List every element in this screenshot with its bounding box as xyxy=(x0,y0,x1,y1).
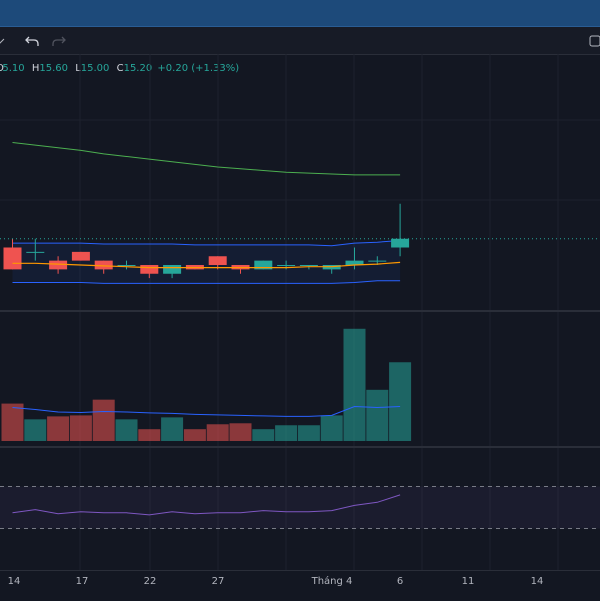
candle-body xyxy=(3,247,22,270)
rsi-pane xyxy=(0,486,600,529)
time-axis: 14 17 22 27 Tháng 4 6 11 14 xyxy=(0,570,600,601)
volume-pane xyxy=(1,328,412,441)
chart-area[interactable] xyxy=(0,54,600,570)
time-axis-tick: 17 xyxy=(75,576,89,587)
bollinger-bands xyxy=(12,240,401,284)
bollinger-fill xyxy=(12,240,401,284)
candle-body xyxy=(117,265,136,266)
time-axis-tick: 6 xyxy=(396,576,404,587)
volume-bar xyxy=(138,429,161,441)
candle-body xyxy=(277,265,296,266)
candle-body xyxy=(94,260,113,270)
redo-icon[interactable] xyxy=(49,31,69,51)
volume-bar xyxy=(229,423,252,441)
volume-bar xyxy=(206,424,229,441)
volume-bar xyxy=(161,417,184,441)
square-icon[interactable] xyxy=(585,31,600,51)
volume-bar xyxy=(92,399,115,441)
undo-icon[interactable] xyxy=(22,31,42,51)
time-axis-tick: 14 xyxy=(7,576,21,587)
time-axis-tick: 11 xyxy=(461,576,475,587)
volume-bar xyxy=(389,362,412,441)
time-axis-tick: Tháng 4 xyxy=(311,576,353,587)
volume-bar xyxy=(183,429,206,441)
volume-bar xyxy=(47,416,70,441)
candle-body xyxy=(163,265,182,274)
candle-body xyxy=(391,238,410,248)
volume-bar xyxy=(24,419,47,441)
volume-bar xyxy=(115,419,138,441)
volume-bar xyxy=(1,403,24,441)
chart-toolbar xyxy=(0,27,600,55)
long-ma-line xyxy=(12,142,401,176)
volume-bar xyxy=(343,328,366,441)
candle-body xyxy=(49,260,68,270)
candle-body xyxy=(26,251,45,253)
top-header-bar xyxy=(0,0,600,27)
candle-body xyxy=(140,265,159,274)
volume-ma-line xyxy=(12,405,401,417)
volume-bar xyxy=(252,429,275,441)
chevron-down-icon[interactable] xyxy=(0,31,10,51)
volume-bar xyxy=(69,415,92,441)
time-axis-tick: 22 xyxy=(143,576,157,587)
candle-body xyxy=(299,265,318,266)
candle-body xyxy=(71,251,90,261)
volume-bar xyxy=(275,425,298,441)
candle-body xyxy=(208,256,227,265)
volume-bar xyxy=(297,425,320,441)
time-axis-tick: 14 xyxy=(530,576,544,587)
volume-bar xyxy=(366,389,389,441)
long-moving-average xyxy=(12,142,401,176)
candle-body xyxy=(368,260,387,262)
rsi-band xyxy=(0,486,600,529)
time-axis-tick: 27 xyxy=(211,576,225,587)
volume-bar xyxy=(320,415,343,441)
